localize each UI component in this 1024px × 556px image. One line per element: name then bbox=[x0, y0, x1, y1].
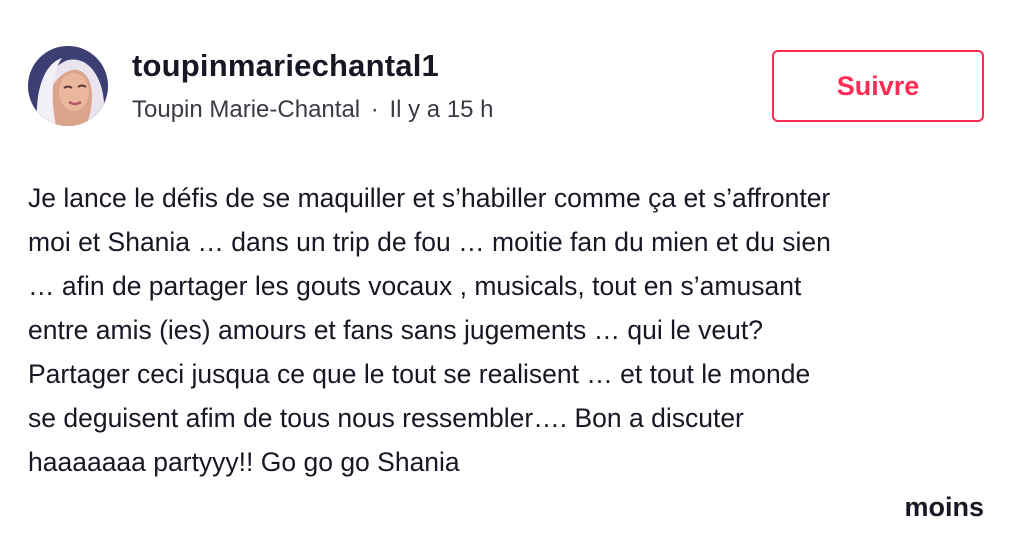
author-meta: Toupin Marie-Chantal · Il y a 15 h bbox=[132, 96, 494, 124]
avatar[interactable] bbox=[28, 46, 108, 126]
profile-photo-icon bbox=[28, 46, 108, 126]
follow-button[interactable]: Suivre bbox=[772, 50, 984, 122]
post-header: toupinmariechantal1 Toupin Marie-Chantal… bbox=[28, 46, 996, 126]
meta-separator: · bbox=[370, 96, 379, 123]
caption-line: … afin de partager les gouts vocaux , mu… bbox=[28, 271, 802, 301]
author-identity: toupinmariechantal1 Toupin Marie-Chantal… bbox=[132, 46, 732, 126]
collapse-caption-link[interactable]: moins bbox=[904, 492, 984, 523]
caption-line: entre amis (ies) amours et fans sans jug… bbox=[28, 315, 763, 345]
caption-line: Partager ceci jusqua ce que le tout se r… bbox=[28, 359, 811, 389]
display-name: Toupin Marie-Chantal bbox=[132, 96, 361, 123]
post-caption: Je lance le défis de se maquiller et s’h… bbox=[28, 176, 998, 484]
caption-line: se deguisent afim de tous nous ressemble… bbox=[28, 403, 744, 433]
caption-line: Je lance le défis de se maquiller et s’h… bbox=[28, 183, 831, 213]
caption-line: haaaaaaa partyyy!! Go go go Shania bbox=[28, 447, 460, 477]
username[interactable]: toupinmariechantal1 bbox=[132, 48, 439, 84]
caption-line: moi et Shania … dans un trip de fou … mo… bbox=[28, 227, 831, 257]
post-timestamp: Il y a 15 h bbox=[389, 96, 494, 123]
